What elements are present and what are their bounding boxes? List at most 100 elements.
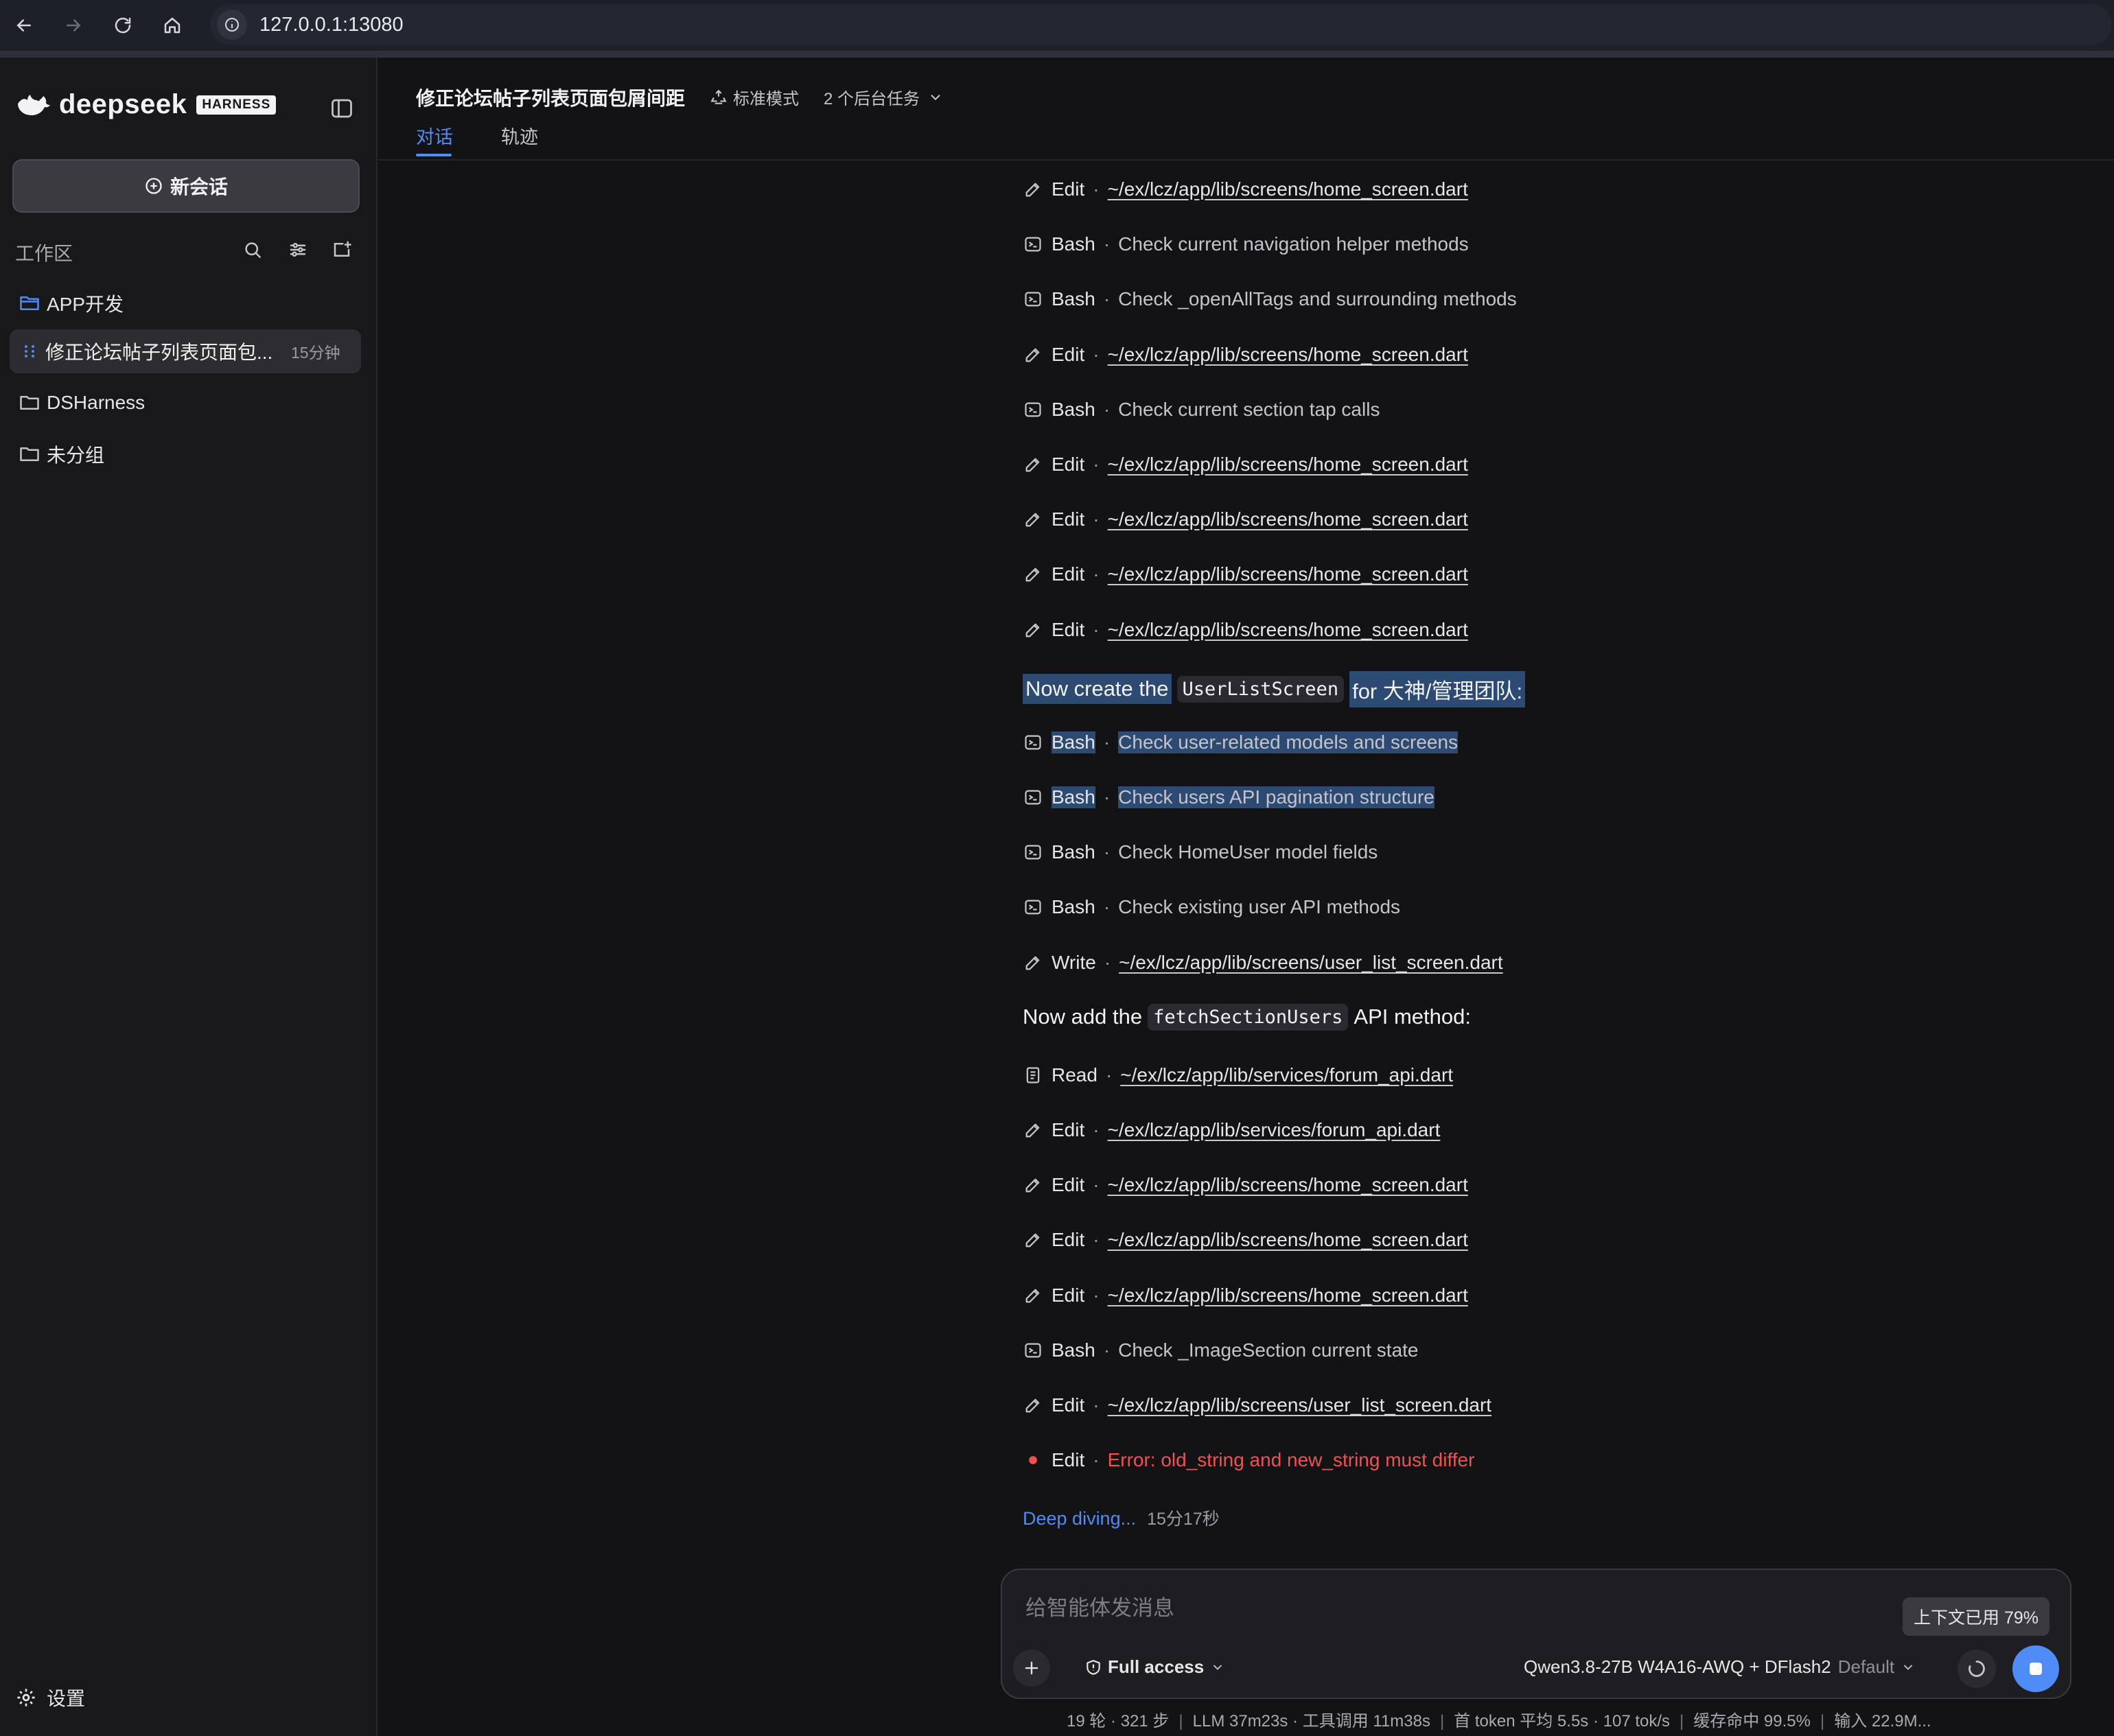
message-text: Now add the [1023, 1005, 1143, 1029]
file-path-link[interactable]: ~/ex/lcz/app/lib/screens/home_screen.dar… [1108, 508, 1468, 530]
access-level-dropdown[interactable]: Full access [1084, 1656, 1230, 1678]
file-path-link[interactable]: ~/ex/lcz/app/lib/screens/home_screen.dar… [1108, 563, 1468, 585]
tool-step[interactable]: Edit · ~/ex/lcz/app/lib/screens/user_list_… [1023, 1394, 1491, 1416]
context-usage-badge: 上下文已用 79% [1903, 1597, 2049, 1636]
url-text: 127.0.0.1:13080 [259, 14, 404, 36]
settings-button[interactable]: 设置 [15, 1684, 85, 1711]
model-profile: Default [1837, 1656, 1895, 1677]
file-path-link[interactable]: ~/ex/lcz/app/lib/screens/home_screen.dar… [1108, 454, 1468, 476]
file-path-link[interactable]: ~/ex/lcz/app/lib/screens/home_screen.dar… [1108, 1229, 1468, 1251]
stop-button[interactable] [2012, 1645, 2059, 1692]
session-stats: 19 轮 · 321 步 | LLM 37m23s · 工具调用 11m38s | 首 … [1067, 1707, 1931, 1731]
gear-icon [17, 1689, 35, 1706]
file-path-link[interactable]: ~/ex/lcz/app/lib/screens/home_screen.dar… [1108, 178, 1468, 200]
edit-icon [1023, 1230, 1043, 1250]
inline-code: UserListScreen [1176, 675, 1345, 703]
tool-step[interactable]: Edit · ~/ex/lcz/app/lib/screens/home_scree… [1023, 344, 1468, 366]
tool-step[interactable]: Bash · Check _ImageSection current state [1023, 1339, 1419, 1361]
address-bar[interactable]: 127.0.0.1:13080 [210, 4, 2111, 45]
separator: · [1093, 618, 1100, 640]
file-path-link[interactable]: ~/ex/lcz/app/lib/screens/user_list_scree… [1119, 952, 1503, 974]
home-icon [164, 17, 181, 34]
tool-step[interactable]: Bash · Check HomeUser model fields [1023, 841, 1378, 863]
message-input[interactable]: 给智能体发消息 [1025, 1591, 1174, 1621]
step-description: Check current navigation helper methods [1118, 233, 1469, 255]
tool-step[interactable]: Read · ~/ex/lcz/app/lib/services/forum_api… [1023, 1064, 1453, 1086]
file-path-link[interactable]: ~/ex/lcz/app/lib/services/forum_api.dart [1108, 1119, 1441, 1141]
separator: · [1093, 508, 1100, 530]
back-button[interactable] [7, 8, 41, 43]
session-item-active[interactable]: 修正论坛帖子列表页面包... 15分钟 [10, 329, 361, 373]
file-path-link[interactable]: ~/ex/lcz/app/lib/screens/home_screen.dar… [1108, 1174, 1468, 1196]
mode-selector[interactable]: 标准模式 [710, 85, 799, 109]
forward-button[interactable] [56, 8, 91, 43]
message-text: Now create the [1023, 674, 1172, 705]
plus-icon [1025, 1661, 1038, 1675]
tool-step[interactable]: Bash · Check current section tap calls [1023, 399, 1380, 421]
page-title: 修正论坛帖子列表页面包屑间距 [416, 88, 686, 109]
separator: · [1093, 343, 1100, 365]
new-chat-button[interactable]: 新会话 [12, 159, 360, 213]
filter-button[interactable] [284, 236, 312, 263]
file-path-link[interactable]: ~/ex/lcz/app/lib/screens/user_list_scree… [1108, 1394, 1492, 1416]
terminal-icon [1023, 732, 1043, 753]
sidebar: deepseek HARNESS 新会话 工作区 APP开发 修正论坛帖子列表页… [0, 58, 378, 1736]
tool-step[interactable]: Edit · ~/ex/lcz/app/lib/screens/home_scree… [1023, 454, 1468, 476]
tool-step[interactable]: Edit · ~/ex/lcz/app/lib/screens/home_scree… [1023, 1174, 1468, 1196]
new-folder-button[interactable] [328, 236, 356, 263]
tool-step[interactable]: Edit · ~/ex/lcz/app/lib/screens/home_scree… [1023, 619, 1468, 641]
tool-step[interactable]: Edit · Error: old_string and new_string mu… [1023, 1449, 1474, 1471]
model-selector[interactable]: Qwen3.8-27B W4A16-AWQ + DFlash2 Default [1524, 1656, 1915, 1678]
tool-step[interactable]: Edit · ~/ex/lcz/app/lib/services/forum_api… [1023, 1119, 1440, 1141]
tool-step[interactable]: Bash · Check existing user API methods [1023, 896, 1400, 918]
step-description: Check _openAllTags and surrounding metho… [1118, 288, 1517, 310]
message-text: API method: [1354, 1005, 1471, 1029]
mode-label: 标准模式 [733, 90, 799, 108]
reload-button[interactable] [106, 8, 140, 43]
separator: · [1103, 841, 1111, 863]
stat-item: 首 token 平均 5.5s · 107 tok/s [1454, 1712, 1671, 1731]
site-info-icon[interactable] [217, 10, 247, 40]
plus-circle-icon [146, 178, 162, 194]
group-dsharness[interactable]: DSHarness [19, 386, 145, 420]
tool-name: Read [1052, 1064, 1097, 1086]
conversation-header: 修正论坛帖子列表页面包屑间距 标准模式 2 个后台任务 对话 轨迹 [378, 58, 2114, 161]
logo-badge: HARNESS [196, 95, 277, 115]
tool-step[interactable]: Bash · Check current navigation helper met… [1023, 233, 1469, 255]
tool-step[interactable]: Edit · ~/ex/lcz/app/lib/screens/home_scree… [1023, 508, 1468, 530]
tool-step[interactable]: Edit · ~/ex/lcz/app/lib/screens/home_scree… [1023, 1285, 1468, 1306]
attach-button[interactable] [1013, 1650, 1050, 1687]
tool-step[interactable]: Bash · Check users API pagination structur… [1023, 786, 1434, 808]
tool-step[interactable]: Edit · ~/ex/lcz/app/lib/screens/home_scree… [1023, 1229, 1468, 1251]
tool-name: Write [1052, 951, 1096, 973]
search-button[interactable] [239, 236, 266, 263]
tool-step[interactable]: Edit · ~/ex/lcz/app/lib/screens/home_scree… [1023, 178, 1468, 200]
background-tasks-dropdown[interactable]: 2 个后台任务 [824, 85, 943, 109]
separator: · [1103, 398, 1111, 420]
terminal-icon [1023, 842, 1043, 863]
edit-icon [1023, 1285, 1043, 1306]
tool-step[interactable]: Bash · Check user-related models and scree… [1023, 731, 1459, 753]
group-app-dev[interactable]: APP开发 [19, 286, 124, 320]
tab-trajectory[interactable]: 轨迹 [501, 122, 538, 149]
status-label: Deep diving... [1023, 1508, 1137, 1529]
tab-conversation[interactable]: 对话 [416, 122, 453, 149]
edit-icon [1023, 1120, 1043, 1140]
separator: · [1093, 454, 1100, 475]
file-path-link[interactable]: ~/ex/lcz/app/lib/screens/home_screen.dar… [1108, 619, 1468, 641]
file-path-link[interactable]: ~/ex/lcz/app/lib/screens/home_screen.dar… [1108, 344, 1468, 366]
tool-step[interactable]: Bash · Check _openAllTags and surrounding … [1023, 288, 1517, 310]
group-ungrouped[interactable]: 未分组 [19, 437, 104, 471]
group-label: DSHarness [47, 392, 146, 413]
collapse-sidebar-button[interactable] [327, 93, 357, 124]
file-path-link[interactable]: ~/ex/lcz/app/lib/services/forum_api.dart [1120, 1064, 1453, 1086]
file-path-link[interactable]: ~/ex/lcz/app/lib/screens/home_screen.dar… [1108, 1285, 1468, 1306]
tool-name: Edit [1052, 1229, 1085, 1251]
tool-step[interactable]: Write · ~/ex/lcz/app/lib/screens/user_list… [1023, 952, 1503, 974]
home-button[interactable] [155, 8, 189, 43]
tool-name: Edit [1052, 343, 1085, 365]
model-name: Qwen3.8-27B W4A16-AWQ + DFlash2 [1524, 1656, 1831, 1677]
tool-step[interactable]: Edit · ~/ex/lcz/app/lib/screens/home_scree… [1023, 563, 1468, 585]
tool-name: Bash [1052, 398, 1095, 420]
terminal-icon [1023, 787, 1043, 808]
